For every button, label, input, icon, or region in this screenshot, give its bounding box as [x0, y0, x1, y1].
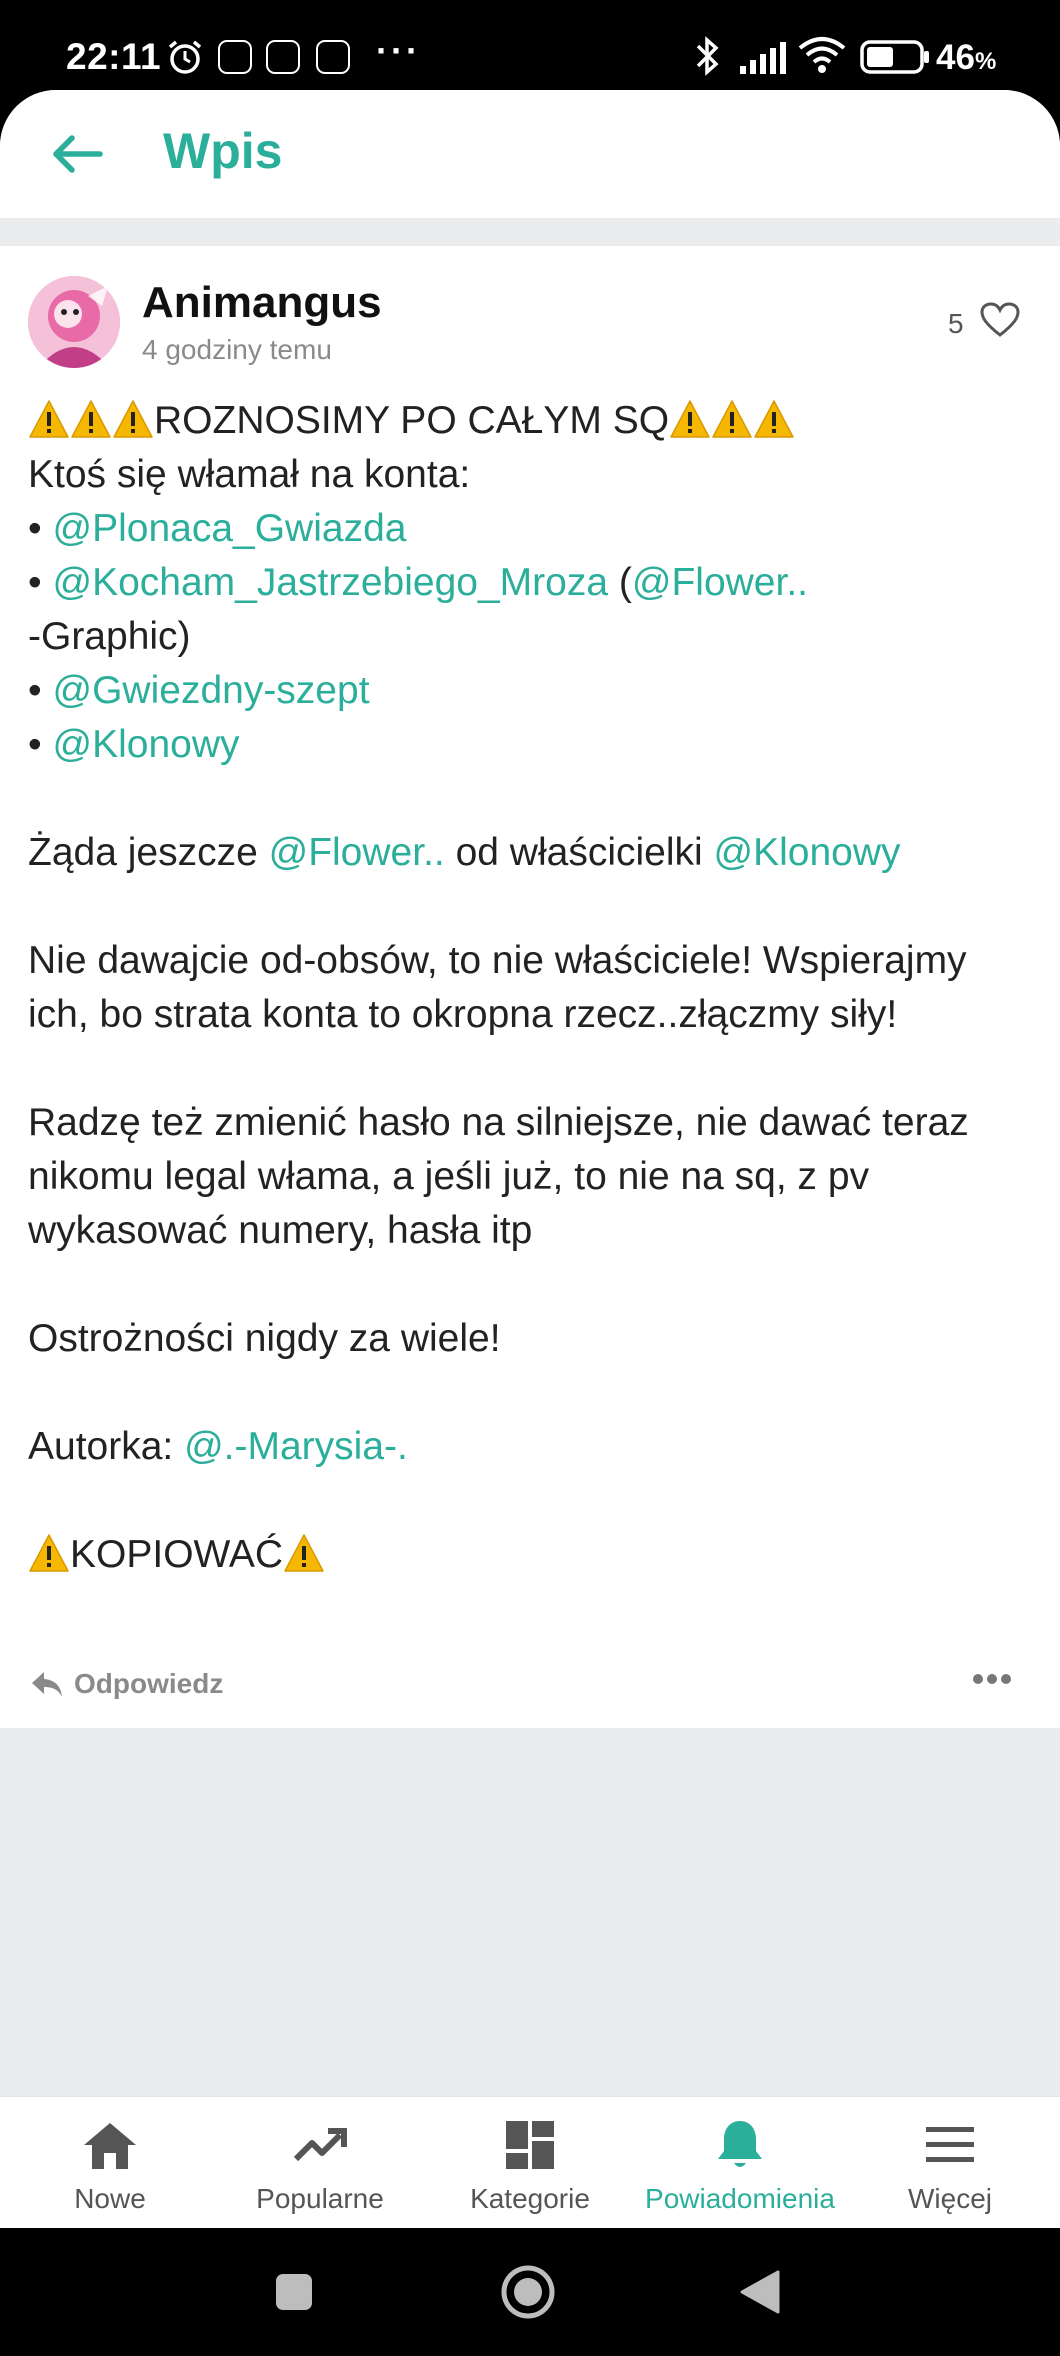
warning-icon — [29, 1534, 69, 1572]
mention-link[interactable]: @.-Marysia-. — [184, 1425, 408, 1468]
warning-icon — [754, 400, 794, 438]
warning-icon — [113, 400, 153, 438]
gallery-notification-icon — [316, 40, 350, 74]
list-item: • @Plonaca_Gwiazda — [28, 507, 407, 550]
post-timestamp: 4 godziny temu — [142, 334, 332, 365]
nav-label: Więcej — [907, 2183, 992, 2214]
reply-icon — [32, 1672, 62, 1697]
alarm-icon — [168, 40, 202, 74]
mention-link[interactable]: @Plonaca_Gwiazda — [53, 507, 407, 550]
post-headline: ROZNOSIMY PO CAŁYM SQ — [28, 394, 1028, 448]
copy-line: KOPIOWAĆ — [28, 1528, 1028, 1582]
menu-icon — [926, 2127, 974, 2162]
recent-apps-icon[interactable] — [274, 2272, 314, 2312]
mention-link[interactable]: @Klonowy — [714, 831, 901, 874]
mention-link[interactable]: @Klonowy — [53, 723, 240, 766]
home-icon — [84, 2123, 136, 2169]
mention-link[interactable]: @Flower.. — [632, 561, 808, 604]
signal-icon — [740, 42, 786, 74]
warning-icon — [71, 400, 111, 438]
nav-item-popularne[interactable]: Popularne — [214, 2097, 426, 2228]
nav-label: Kategorie — [470, 2183, 590, 2214]
back-triangle-icon[interactable] — [738, 2268, 782, 2316]
mention-link[interactable]: @Flower.. — [269, 831, 445, 874]
advice-paragraph: Radzę też zmienić hasło na silniejsze, n… — [28, 1101, 969, 1252]
app-notification-icon — [218, 40, 252, 74]
status-time: 22:11 — [66, 36, 162, 77]
battery-icon — [860, 40, 929, 74]
mail-notification-icon — [266, 40, 300, 74]
author-name[interactable]: Animangus — [142, 278, 382, 328]
dashboard-icon — [506, 2121, 554, 2169]
wifi-icon — [798, 37, 846, 73]
warning-icon — [29, 400, 69, 438]
hacked-intro: Ktoś się włamał na konta: — [28, 453, 471, 496]
top-app-bar: Wpis — [0, 90, 1060, 218]
bluetooth-icon — [696, 36, 719, 76]
list-item: • @Klonowy — [28, 723, 240, 766]
bell-icon — [718, 2121, 762, 2167]
nav-item-wiecej[interactable]: Więcej — [844, 2097, 1056, 2228]
warning-icon — [284, 1534, 324, 1572]
headline-text: ROZNOSIMY PO CAŁYM SQ — [154, 399, 670, 442]
arrow-left-icon[interactable] — [48, 132, 104, 176]
reply-label: Odpowiedz — [74, 1668, 224, 1699]
warning-icon — [712, 400, 752, 438]
caution-paragraph: Ostrożności nigdy za wiele! — [28, 1317, 501, 1360]
bottom-navigation: Nowe Popularne Kategorie Powiadomienia W… — [0, 2096, 1060, 2228]
battery-percentage: 46% — [936, 38, 997, 77]
app-window: Wpis Animangus 4 godziny temu 5 ROZNOSIM… — [0, 90, 1060, 2228]
more-options-icon[interactable] — [972, 1672, 1012, 1686]
system-navigation-bar — [0, 2228, 1060, 2356]
divider — [0, 218, 1060, 246]
page-title: Wpis — [163, 123, 283, 179]
nav-label: Powiadomienia — [645, 2183, 835, 2214]
mention-link[interactable]: @Kocham_Jastrzebiego_Mroza — [53, 561, 609, 604]
nav-item-kategorie[interactable]: Kategorie — [424, 2097, 636, 2228]
nav-item-nowe[interactable]: Nowe — [4, 2097, 216, 2228]
warning-icon — [670, 400, 710, 438]
empty-area — [0, 1728, 1060, 2096]
trending-icon — [293, 2128, 347, 2162]
nav-label: Popularne — [256, 2183, 384, 2214]
post-card: Animangus 4 godziny temu 5 ROZNOSIMY PO … — [0, 246, 1060, 1728]
warning-paragraph: Nie dawajcie od-obsów, to nie właściciel… — [28, 939, 967, 1036]
like-count: 5 — [948, 308, 964, 339]
demand-paragraph: Żąda jeszcze @Flower.. od właścicielki @… — [28, 831, 901, 874]
post-content: ROZNOSIMY PO CAŁYM SQ Ktoś się włamał na… — [28, 394, 1028, 1582]
avatar[interactable] — [28, 276, 120, 368]
more-notifications-icon: ··· — [376, 30, 421, 71]
mention-link[interactable]: @Gwiezdny-szept — [53, 669, 370, 712]
home-circle-icon[interactable] — [500, 2264, 556, 2320]
status-bar: 22:11 ··· 46% — [0, 0, 1060, 90]
list-item: • @Kocham_Jastrzebiego_Mroza (@Flower.. -… — [28, 561, 809, 658]
author-credit: Autorka: @.-Marysia-. — [28, 1425, 408, 1468]
nav-label: Nowe — [74, 2183, 146, 2214]
nav-item-powiadomienia[interactable]: Powiadomienia — [634, 2097, 846, 2228]
list-item: • @Gwiezdny-szept — [28, 669, 370, 712]
heart-icon[interactable] — [980, 302, 1020, 338]
